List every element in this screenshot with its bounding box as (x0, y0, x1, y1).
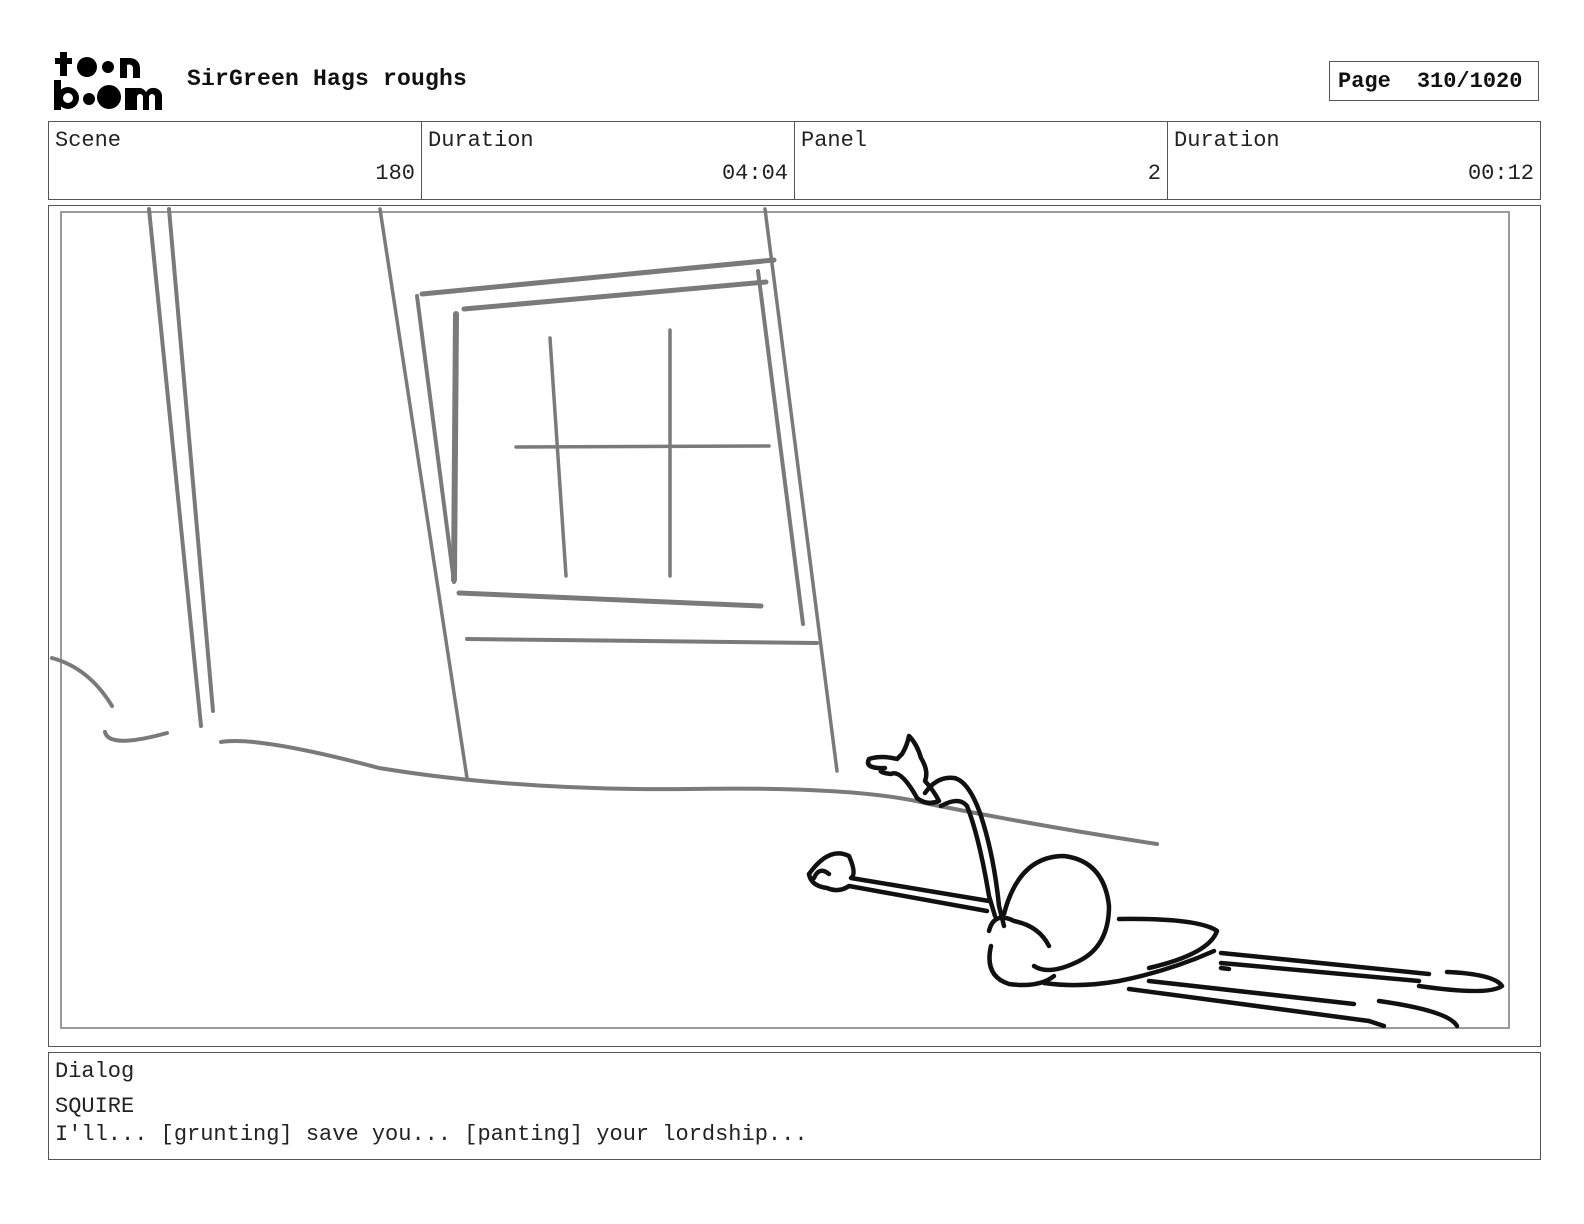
squire-character (806, 733, 1505, 1029)
toonboom-logo-icon (54, 52, 162, 110)
scene-duration-cell: Duration 04:04 (422, 122, 795, 199)
panel-duration-value: 00:12 (1467, 161, 1534, 186)
dialog-label: Dialog (55, 1059, 135, 1084)
panel-cell: Panel 2 (795, 122, 1168, 199)
dialog-section: Dialog SQUIRE I'll... [grunting] save yo… (48, 1052, 1541, 1160)
toonboom-logo (52, 50, 164, 112)
safe-frame (60, 211, 1510, 1029)
page-indicator: Page 310/1020 (1329, 61, 1539, 101)
page-label: Page (1338, 68, 1391, 94)
panel-value: 2 (1147, 161, 1161, 186)
panel-label: Panel (801, 128, 868, 153)
storyboard-sketch (50, 207, 1510, 1029)
panel-duration-label: Duration (1174, 128, 1280, 153)
scene-cell: Scene 180 (49, 122, 422, 199)
background-sketch (50, 207, 1159, 846)
panel-info-row: Scene 180 Duration 04:04 Panel 2 Duratio… (48, 121, 1541, 200)
panel-duration-cell: Duration 00:12 (1168, 122, 1540, 199)
page-number: 310/1020 (1416, 68, 1523, 94)
dialog-line: I'll... [grunting] save you... [panting]… (55, 1122, 808, 1147)
scene-value: 180 (375, 161, 415, 186)
storyboard-panel (48, 205, 1541, 1047)
scene-duration-label: Duration (428, 128, 534, 153)
dialog-speaker: SQUIRE (55, 1094, 135, 1119)
project-title: SirGreen Hags roughs (187, 66, 468, 92)
scene-label: Scene (55, 128, 122, 153)
scene-duration-value: 04:04 (721, 161, 788, 186)
